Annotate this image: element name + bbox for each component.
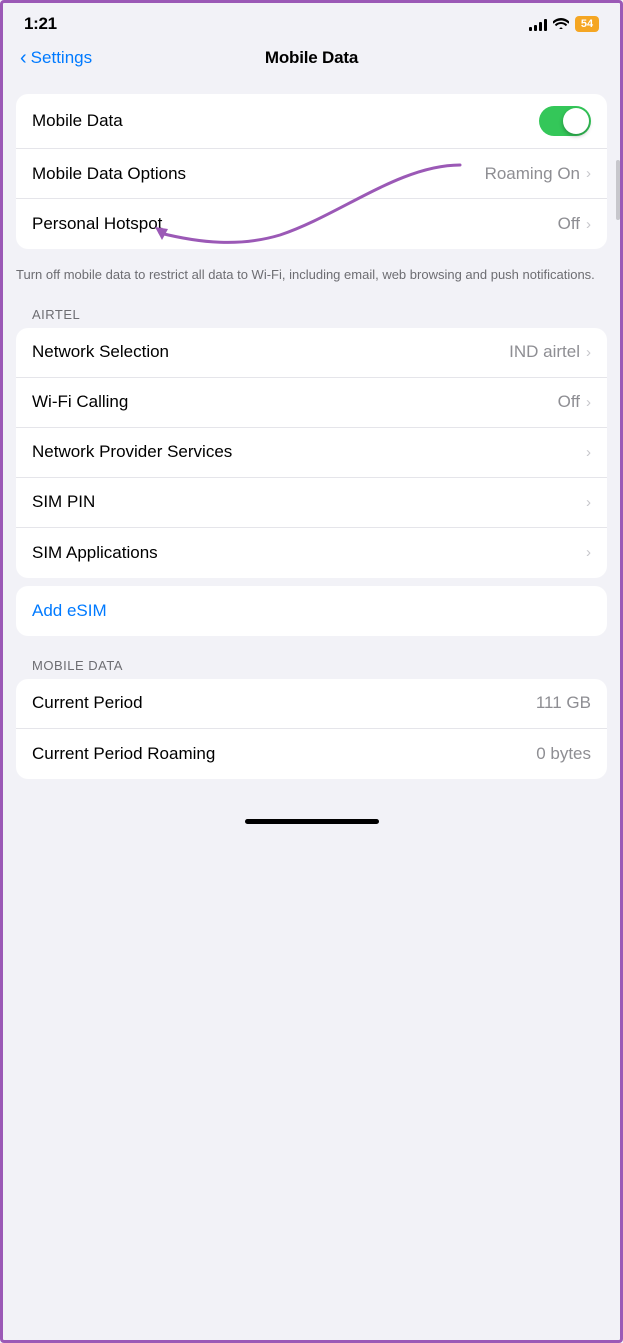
airtel-section-label: AIRTEL <box>16 301 607 328</box>
mobile-data-options-label: Mobile Data Options <box>32 164 485 184</box>
sim-applications-label: SIM Applications <box>32 543 584 563</box>
chevron-icon: › <box>586 494 591 511</box>
personal-hotspot-value: Off › <box>558 214 591 234</box>
nav-bar: ‹ Settings Mobile Data <box>0 40 623 78</box>
main-section: Mobile Data Mobile Data Options Roaming … <box>16 94 607 249</box>
mobile-data-row[interactable]: Mobile Data <box>16 94 607 149</box>
status-bar: 1:21 54 <box>0 0 623 40</box>
sim-pin-value: › <box>584 494 591 511</box>
mobile-data-toggle[interactable] <box>539 106 591 136</box>
home-indicator <box>245 819 379 824</box>
status-time: 1:21 <box>24 14 57 34</box>
chevron-icon: › <box>586 394 591 411</box>
mobile-data-stats-section: Current Period 111 GB Current Period Roa… <box>16 679 607 779</box>
sim-applications-value: › <box>584 544 591 561</box>
network-selection-value: IND airtel › <box>509 342 591 362</box>
current-period-value: 111 GB <box>536 693 591 713</box>
chevron-icon: › <box>586 344 591 361</box>
network-selection-row[interactable]: Network Selection IND airtel › <box>16 328 607 378</box>
personal-hotspot-label: Personal Hotspot <box>32 214 558 234</box>
sim-pin-label: SIM PIN <box>32 492 584 512</box>
mobile-data-options-row[interactable]: Mobile Data Options Roaming On › <box>16 149 607 199</box>
network-provider-services-value: › <box>584 444 591 461</box>
sim-pin-row[interactable]: SIM PIN › <box>16 478 607 528</box>
back-chevron-icon: ‹ <box>20 48 27 68</box>
add-esim-label[interactable]: Add eSIM <box>32 601 107 621</box>
mobile-data-label: Mobile Data <box>32 111 539 131</box>
add-esim-row[interactable]: Add eSIM <box>16 586 607 636</box>
current-period-label: Current Period <box>32 693 536 713</box>
chevron-icon: › <box>586 216 591 233</box>
personal-hotspot-row[interactable]: Personal Hotspot Off › <box>16 199 607 249</box>
airtel-section: Network Selection IND airtel › Wi-Fi Cal… <box>16 328 607 578</box>
scrollbar[interactable] <box>616 160 620 220</box>
signal-icon <box>529 17 547 31</box>
network-provider-services-label: Network Provider Services <box>32 442 584 462</box>
current-period-roaming-label: Current Period Roaming <box>32 744 536 764</box>
wifi-calling-row[interactable]: Wi-Fi Calling Off › <box>16 378 607 428</box>
mobile-data-note: Turn off mobile data to restrict all dat… <box>0 257 623 301</box>
mobile-data-section-label: MOBILE DATA <box>16 652 607 679</box>
current-period-roaming-value: 0 bytes <box>536 744 591 764</box>
wifi-icon <box>553 16 569 32</box>
page-title: Mobile Data <box>265 48 358 68</box>
network-selection-label: Network Selection <box>32 342 509 362</box>
back-button[interactable]: ‹ Settings <box>20 48 92 68</box>
toggle-knob <box>563 108 589 134</box>
content: Mobile Data Mobile Data Options Roaming … <box>0 78 623 803</box>
chevron-icon: › <box>586 544 591 561</box>
wifi-calling-value: Off › <box>558 392 591 412</box>
sim-applications-row[interactable]: SIM Applications › <box>16 528 607 578</box>
esim-section: Add eSIM <box>16 586 607 636</box>
current-period-row: Current Period 111 GB <box>16 679 607 729</box>
status-icons: 54 <box>529 16 599 32</box>
wifi-calling-label: Wi-Fi Calling <box>32 392 558 412</box>
battery-indicator: 54 <box>575 16 599 32</box>
back-label: Settings <box>31 48 92 68</box>
chevron-icon: › <box>586 165 591 182</box>
network-provider-services-row[interactable]: Network Provider Services › <box>16 428 607 478</box>
chevron-icon: › <box>586 444 591 461</box>
mobile-data-options-value: Roaming On › <box>485 164 591 184</box>
current-period-roaming-row: Current Period Roaming 0 bytes <box>16 729 607 779</box>
